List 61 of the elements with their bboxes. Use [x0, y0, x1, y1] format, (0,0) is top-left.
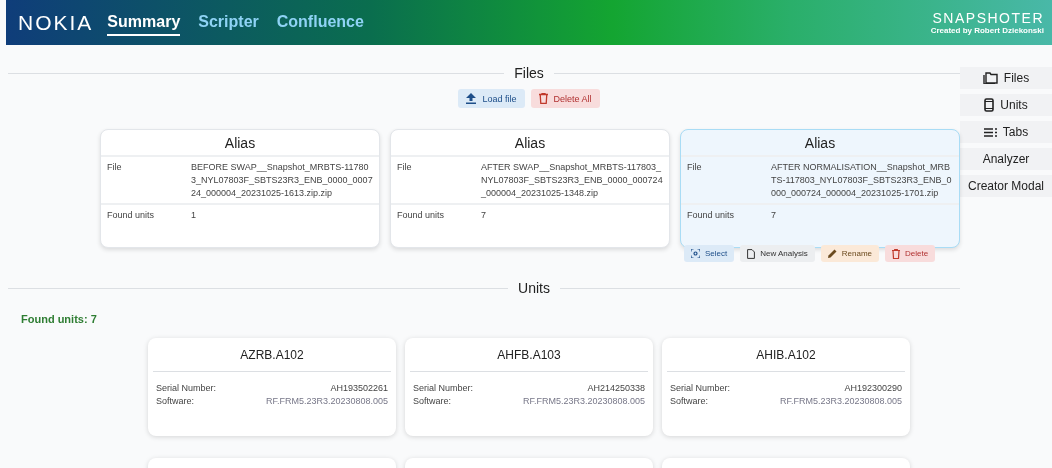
field-label: File: [687, 161, 703, 174]
file-name: BEFORE SWAP__Snapshot_MRBTS-117803_NYL07803F_SBTS23R3_ENB_0000_000724_000004_20231025-1613.zip.zip: [191, 161, 373, 200]
card-title: Alias: [391, 130, 669, 157]
side-nav-item[interactable]: Units: [960, 94, 1052, 116]
found-units-count: Found units: 7: [21, 313, 98, 325]
unit-name: AHIB.A102: [667, 338, 905, 372]
file-card[interactable]: Alias File AFTER NORMALISATION__Snapshot_MRBTS-117803_NYL07803F_SBTS23R3_ENB_0000_000724_000004_20231025-1701.zip Found units 7: [680, 129, 960, 248]
software-version: RF.FRM5.23R3.20230808.005: [522, 395, 645, 408]
card-title: Alias: [681, 130, 959, 157]
side-nav-item[interactable]: Creator Modal: [960, 175, 1052, 197]
list-icon: [983, 127, 997, 137]
load-file-button[interactable]: Load file: [458, 89, 525, 108]
side-nav-item[interactable]: Analyzer: [960, 148, 1052, 170]
nav-tab[interactable]: Summary: [107, 9, 181, 36]
field-label: Found units: [687, 209, 736, 222]
unit-count: 1: [191, 209, 196, 222]
software-version: RF.FRM5.23R3.20230808.005: [265, 395, 388, 408]
trash-icon: [538, 93, 548, 104]
section-title: Units: [508, 280, 560, 296]
nav-tab[interactable]: Scripter: [198, 9, 259, 36]
field-label: Serial Number:: [413, 382, 474, 395]
file-card[interactable]: Alias File BEFORE SWAP__Snapshot_MRBTS-117803_NYL07803F_SBTS23R3_ENB_0000_000724_000004_20231025-1613.zip.zip Found units 1: [100, 129, 380, 248]
card-title: Alias: [101, 130, 379, 157]
unit-name: AHFB.A103: [410, 338, 648, 372]
field-label: Software:: [413, 395, 452, 408]
serial-number: AH214250338: [587, 382, 645, 395]
field-label: Found units: [397, 209, 446, 222]
software-version: RF.FRM5.23R3.20230808.005: [779, 395, 902, 408]
rename-button[interactable]: Rename: [820, 245, 880, 262]
field-label: Software:: [156, 395, 195, 408]
nav-tab[interactable]: Confluence: [276, 9, 364, 36]
unit-count: 7: [481, 209, 486, 222]
trash-icon: [892, 248, 901, 259]
folders-icon: [982, 72, 998, 84]
field-label: Software:: [670, 395, 709, 408]
side-nav-item[interactable]: Files: [960, 67, 1052, 89]
field-label: File: [107, 161, 123, 174]
select-icon: [691, 249, 700, 258]
file-name: AFTER NORMALISATION__Snapshot_MRBTS-117803_NYL07803F_SBTS23R3_ENB_0000_000724_000004_20231025-1701.zip: [771, 161, 953, 200]
delete-button[interactable]: Delete: [885, 245, 936, 262]
upload-icon: [466, 93, 477, 104]
field-label: Serial Number:: [156, 382, 217, 395]
serial-number: AH193502261: [330, 382, 388, 395]
unit-count: 7: [771, 209, 776, 222]
credit-text: Created by Robert Dziekonski: [930, 26, 1044, 35]
file-card[interactable]: Alias File AFTER SWAP__Snapshot_MRBTS-117803_NYL07803F_SBTS23R3_ENB_0000_000724_000004_20231025-1348.zip Found units 7: [390, 129, 670, 248]
document-icon: [747, 248, 756, 259]
unit-name: AZRB.A102: [153, 338, 391, 372]
side-nav-item[interactable]: Tabs: [960, 121, 1052, 143]
field-label: File: [397, 161, 413, 174]
new-analysis-button[interactable]: New Analysis: [740, 245, 815, 262]
select-button[interactable]: Select: [684, 245, 735, 262]
app-title: SNAPSHOTER: [932, 10, 1044, 26]
device-icon: [984, 98, 995, 112]
section-title: Files: [504, 65, 554, 81]
logo: NOKIA: [18, 10, 94, 35]
delete-all-button[interactable]: Delete All: [530, 89, 600, 108]
field-label: Serial Number:: [670, 382, 731, 395]
field-label: Found units: [107, 209, 156, 222]
serial-number: AH192300290: [844, 382, 902, 395]
file-name: AFTER SWAP__Snapshot_MRBTS-117803_NYL07803F_SBTS23R3_ENB_0000_000724_000004_20231025-1348.zip: [481, 161, 663, 200]
